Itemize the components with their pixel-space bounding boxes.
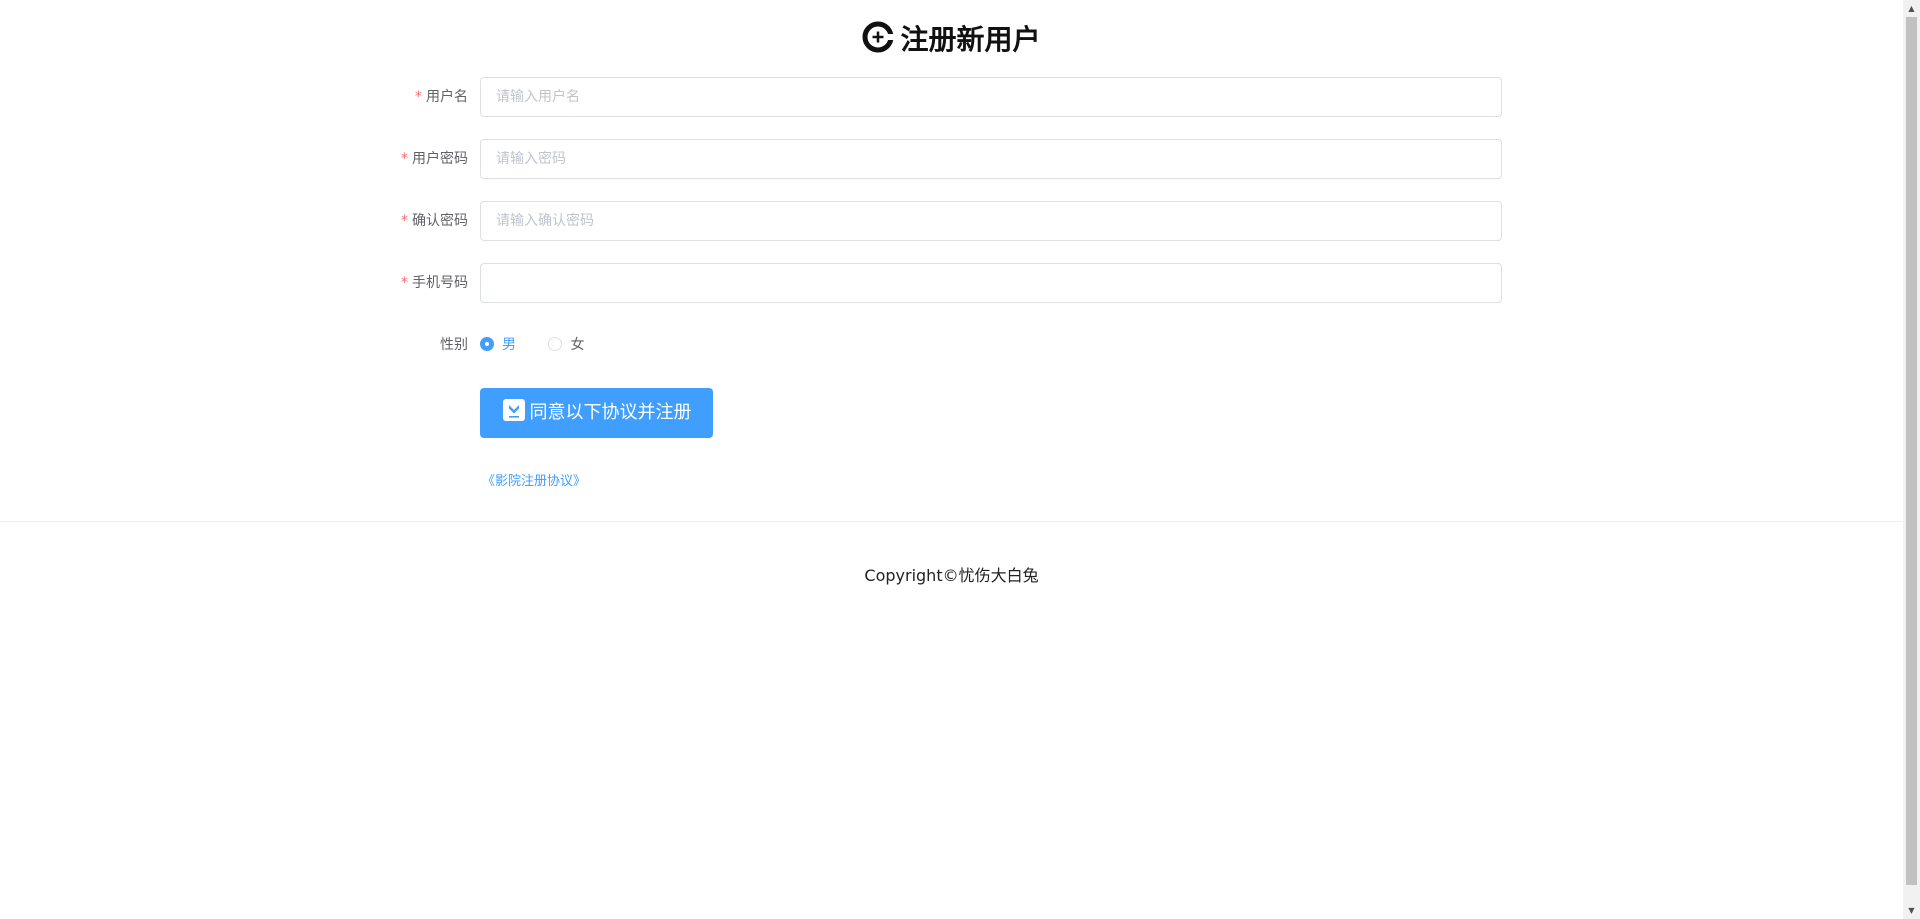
register-submit-button[interactable]: 同意以下协议并注册: [480, 388, 713, 438]
footer-divider: [0, 521, 1903, 522]
gender-radio-group: 男 女: [480, 325, 612, 365]
username-input[interactable]: [480, 77, 1502, 117]
register-page: 注册新用户 *用户名 *用户密码 *确认密码 *手机号码 性别 男: [0, 0, 1903, 919]
page-title-text: 注册新用户: [900, 23, 1041, 56]
confirm-password-label-text: 确认密码: [412, 213, 468, 229]
scroll-down-icon[interactable]: ▼: [1903, 902, 1920, 919]
footer-copyright: Copyright©忧伤大白兔: [864, 566, 1039, 585]
scroll-thumb[interactable]: [1906, 17, 1917, 885]
scroll-up-icon[interactable]: ▲: [1903, 0, 1920, 17]
required-mark: *: [415, 89, 422, 105]
checkbox-heart-icon: [502, 399, 525, 421]
vertical-scrollbar[interactable]: ▲ ▼: [1903, 0, 1920, 919]
gender-label: 性别: [440, 337, 468, 353]
gender-radio-male[interactable]: 男: [480, 325, 516, 365]
required-mark: *: [401, 275, 408, 291]
form-row-phone: * 手机号码: [0, 263, 1903, 303]
phone-input[interactable]: [480, 263, 1502, 303]
agreement-link[interactable]: 《影院注册协议》: [482, 470, 586, 489]
confirm-password-label: * 确认密码: [320, 201, 468, 241]
form-row-username: * 用户名: [0, 77, 1903, 117]
phone-label: * 手机号码: [320, 263, 468, 303]
form-row-confirm-password: * 确认密码: [0, 201, 1903, 241]
register-submit-label: 同意以下协议并注册: [529, 402, 692, 423]
form-row-password: * 用户密码: [0, 139, 1903, 179]
password-label-text: 用户密码: [412, 151, 468, 167]
password-input[interactable]: [480, 139, 1502, 179]
radio-circle-checked[interactable]: [480, 337, 494, 351]
required-mark: *: [401, 213, 408, 229]
gender-radio-male-label: 男: [502, 337, 516, 353]
required-mark: *: [401, 151, 408, 167]
username-label: * 用户名: [320, 77, 468, 117]
page-title: 注册新用户: [0, 20, 1903, 59]
radio-circle[interactable]: [548, 337, 563, 351]
gender-radio-female-label: 女: [570, 337, 585, 353]
username-label-text: 用户名: [426, 89, 468, 105]
form-row-gender: 性别 男 女: [0, 325, 1903, 365]
password-label: * 用户密码: [320, 139, 468, 179]
gender-radio-female[interactable]: 女: [548, 325, 584, 365]
add-circle-icon: [862, 21, 895, 53]
phone-label-text: 手机号码: [412, 275, 468, 291]
confirm-password-input[interactable]: [480, 201, 1502, 241]
